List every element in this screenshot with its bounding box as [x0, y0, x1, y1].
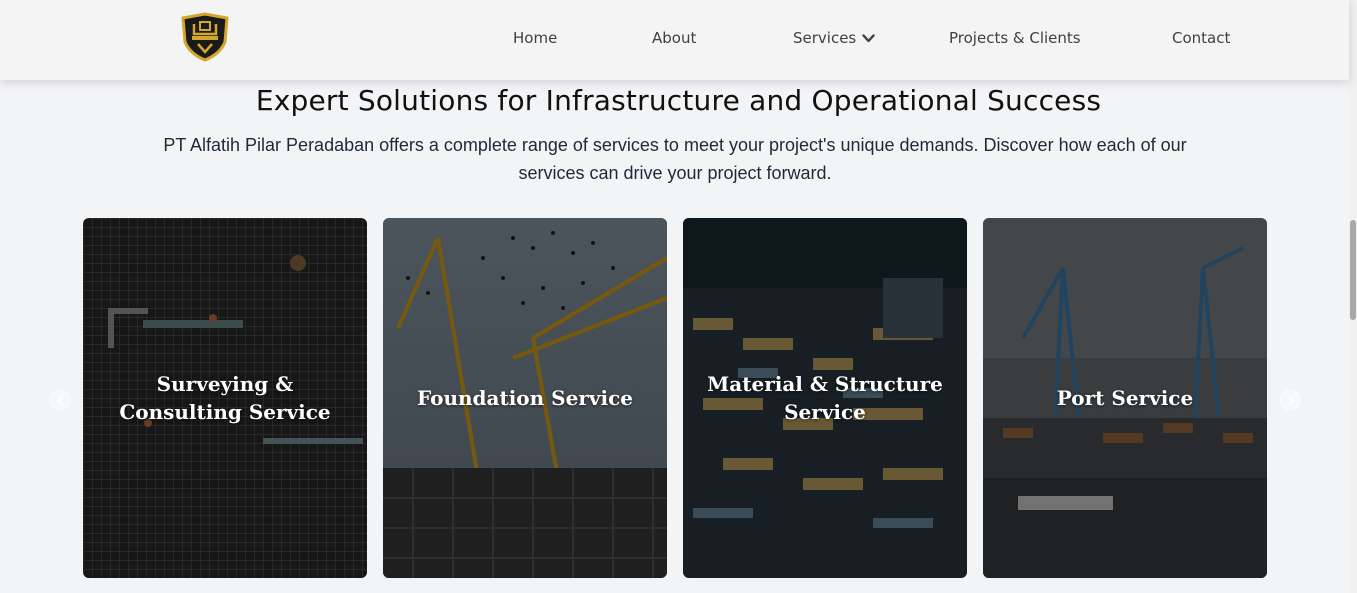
nav-projects-label: Projects & Clients	[949, 29, 1081, 47]
section-lead: PT Alfatih Pilar Peradaban offers a comp…	[163, 135, 1187, 183]
carousel-next-button[interactable]	[1280, 390, 1300, 410]
nav-about-label: About	[652, 29, 697, 47]
card-title: Foundation Service	[417, 386, 633, 410]
card-title: Surveying & Consulting Service	[119, 372, 331, 424]
service-card-surveying[interactable]: Surveying & Consulting Service	[83, 218, 367, 578]
service-card-port[interactable]: Port Service	[983, 218, 1267, 578]
shield-logo-icon	[181, 12, 229, 62]
scrollbar[interactable]	[1349, 0, 1357, 593]
chevron-right-icon	[1288, 396, 1295, 406]
page: Home About Services Projects & Clients C…	[0, 0, 1357, 593]
nav-contact[interactable]: Contact	[1172, 0, 1230, 76]
chevron-down-icon	[862, 29, 875, 47]
nav-about[interactable]: About	[652, 0, 696, 76]
section-title: Expert Solutions for Infrastructure and …	[255, 84, 1102, 117]
service-card-material-structure[interactable]: Material & Structure Service	[683, 218, 967, 578]
nav-home-label: Home	[513, 29, 558, 47]
scrollbar-thumb[interactable]	[1350, 220, 1356, 320]
nav-contact-label: Contact	[1172, 29, 1231, 47]
nav-services-label: Services	[793, 29, 857, 47]
company-logo[interactable]	[180, 12, 230, 62]
carousel-prev-button[interactable]	[50, 390, 70, 410]
nav-home[interactable]: Home	[513, 0, 557, 76]
site-header: Home About Services Projects & Clients C…	[0, 0, 1349, 80]
chevron-left-icon	[57, 396, 64, 406]
card-title: Port Service	[1056, 386, 1194, 410]
service-card-foundation[interactable]: Foundation Service	[383, 218, 667, 578]
nav-projects-clients[interactable]: Projects & Clients	[949, 0, 1081, 76]
card-title: Material & Structure Service	[707, 372, 943, 424]
nav-services[interactable]: Services	[793, 0, 875, 76]
